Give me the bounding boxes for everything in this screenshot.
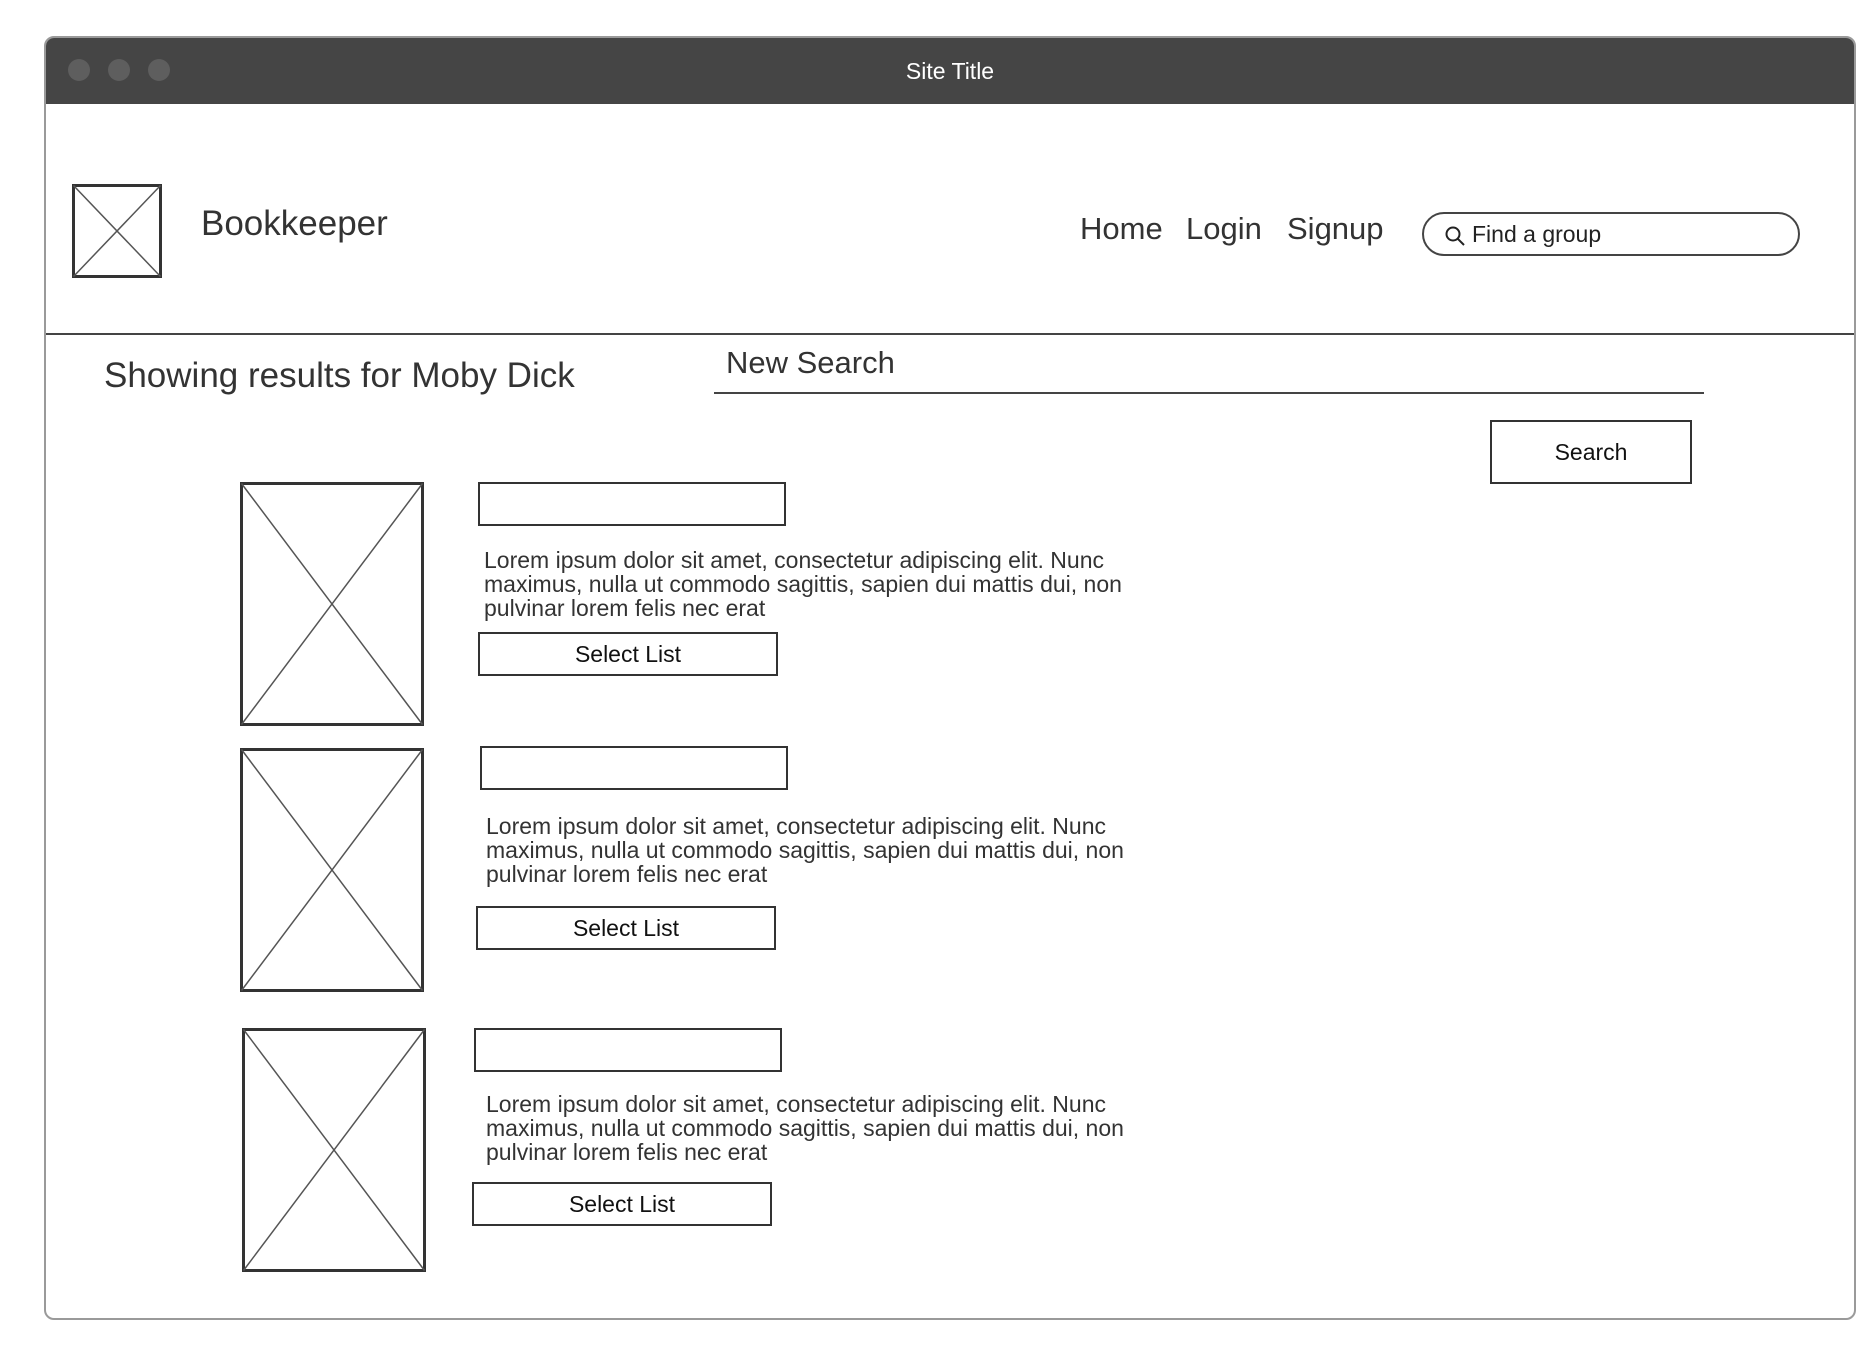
result-description: Lorem ipsum dolor sit amet, consectetur … <box>486 813 1124 887</box>
site-header: Bookkeeper Home Login Signup <box>46 104 1854 335</box>
select-list-button[interactable]: Select List <box>478 632 778 676</box>
result-description: Lorem ipsum dolor sit amet, consectetur … <box>486 1091 1124 1165</box>
result-image-placeholder-icon <box>242 1028 426 1272</box>
result-title-box <box>478 482 786 526</box>
results-heading: Showing results for Moby Dick <box>104 356 575 395</box>
nav-login-link[interactable]: Login <box>1186 211 1262 247</box>
new-search-input[interactable] <box>714 334 1704 394</box>
browser-window: Site Title Bookkeeper Home Login Signup … <box>44 36 1856 1320</box>
nav-home-link[interactable]: Home <box>1080 211 1163 247</box>
result-image-placeholder-icon <box>240 482 424 726</box>
search-button[interactable]: Search <box>1490 420 1692 484</box>
result-description: Lorem ipsum dolor sit amet, consectetur … <box>484 547 1122 621</box>
logo-placeholder-icon <box>72 184 162 278</box>
find-group-search-box[interactable] <box>1422 212 1800 256</box>
brand-name: Bookkeeper <box>201 204 388 243</box>
search-icon <box>1445 226 1465 246</box>
nav-signup-link[interactable]: Signup <box>1287 211 1384 247</box>
window-titlebar: Site Title <box>46 38 1854 104</box>
select-list-button[interactable]: Select List <box>472 1182 772 1226</box>
find-group-input[interactable] <box>1472 218 1772 250</box>
result-title-box <box>474 1028 782 1072</box>
result-image-placeholder-icon <box>240 748 424 992</box>
select-list-button[interactable]: Select List <box>476 906 776 950</box>
window-title: Site Title <box>905 58 995 84</box>
result-title-box <box>480 746 788 790</box>
